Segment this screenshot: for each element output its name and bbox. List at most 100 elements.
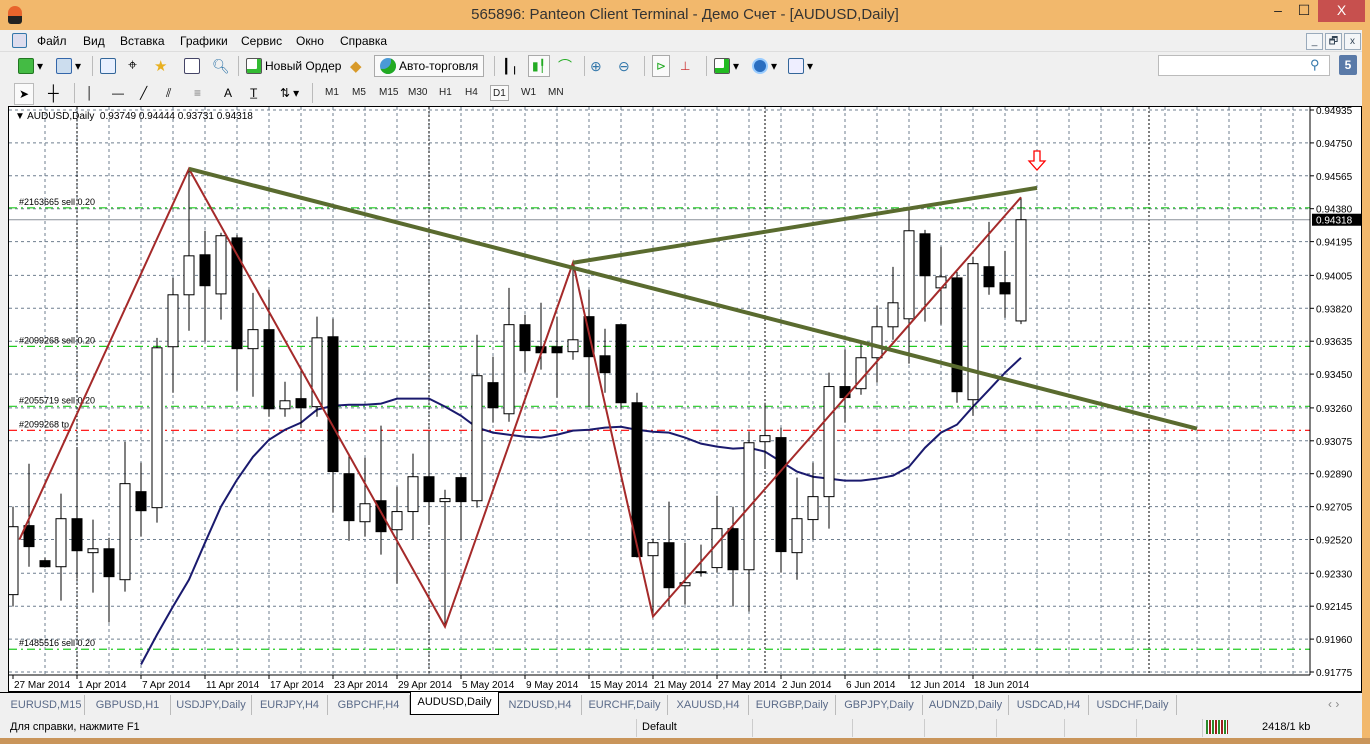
chart-tab[interactable]: AUDNZD,Daily xyxy=(923,695,1009,715)
zoom-out-button[interactable]: ⊖ xyxy=(618,56,630,76)
price-axis-label: 0.92705 xyxy=(1316,503,1353,514)
separator xyxy=(92,56,93,76)
time-axis-label: 5 May 2014 xyxy=(462,680,515,691)
new-chart-button[interactable]: ▾ xyxy=(18,56,43,76)
arrows-icon: ⇅ xyxy=(280,86,291,100)
mdi-minimize-button[interactable]: _ xyxy=(1306,33,1323,50)
timeframe-mn[interactable]: MN xyxy=(546,85,566,101)
timeframe-h1[interactable]: H1 xyxy=(437,85,454,101)
separator xyxy=(644,56,645,76)
indicators-button[interactable]: ▾ xyxy=(714,56,739,76)
candle-body xyxy=(567,339,579,353)
menu-tools[interactable]: Сервис xyxy=(241,34,282,48)
fibo-channel-tool[interactable]: ⫽ xyxy=(166,83,171,103)
chart-shift-button[interactable]: ⊥ xyxy=(680,56,690,76)
chart-tab[interactable]: USDCHF,Daily xyxy=(1089,695,1177,715)
fibo-retracement-tool[interactable]: ≡ xyxy=(194,83,201,103)
profiles-button[interactable]: ▾ xyxy=(56,56,81,76)
candle-body xyxy=(887,302,899,328)
timeframe-d1[interactable]: D1 xyxy=(490,85,509,101)
chart-tab[interactable]: USDCAD,H4 xyxy=(1009,695,1089,715)
cursor-tool[interactable]: ➤ xyxy=(14,83,35,105)
maximize-button[interactable]: ☐ xyxy=(1292,0,1316,22)
current-price-label: 0.94318 xyxy=(1316,216,1353,227)
auto-trading-button[interactable]: Авто-торговля xyxy=(374,55,485,77)
community-badge[interactable]: 5 xyxy=(1339,55,1357,75)
auto-scroll-button[interactable]: ⊳ xyxy=(652,55,671,77)
zoom-in-button[interactable]: ⊕ xyxy=(590,56,602,76)
status-profile[interactable]: Default xyxy=(642,721,677,733)
vertical-line-icon: │ xyxy=(86,86,94,100)
strategy-tester-button[interactable]: 🔍︎ xyxy=(212,56,230,76)
candlestick-chart-button[interactable]: ▮╿ xyxy=(528,55,550,77)
crosshair-tool[interactable]: ┼ xyxy=(48,83,59,103)
terminal-button[interactable] xyxy=(184,56,200,76)
expert-button[interactable]: ◆ xyxy=(350,56,362,76)
terminal-icon xyxy=(184,58,200,74)
chart-tab[interactable]: USDJPY,Daily xyxy=(171,695,252,715)
search-input[interactable] xyxy=(1158,55,1330,76)
mdi-restore-button[interactable]: 🗗 xyxy=(1325,33,1342,50)
text-label-tool[interactable]: T̲ xyxy=(250,83,257,103)
chart-window[interactable]: #2163665 sell 0.20 #2099268 sell 0.20 #205… xyxy=(7,106,1363,693)
horizontal-line-tool[interactable]: — xyxy=(112,83,124,103)
candle-body xyxy=(55,518,67,568)
vertical-line-tool[interactable]: │ xyxy=(86,83,94,103)
chart-tab[interactable]: EURJPY,H4 xyxy=(252,695,328,715)
market-watch-button[interactable] xyxy=(100,56,116,76)
chart-tab[interactable]: EURGBP,Daily xyxy=(749,695,836,715)
mdi-close-button[interactable]: x xyxy=(1344,33,1361,50)
chart-tab[interactable]: XAUUSD,H4 xyxy=(668,695,749,715)
timeframe-m15[interactable]: M15 xyxy=(377,85,400,101)
menu-charts[interactable]: Графики xyxy=(180,34,228,48)
price-axis-label: 0.93260 xyxy=(1316,404,1353,415)
candle-body xyxy=(407,476,419,513)
market-watch-icon xyxy=(100,58,116,74)
new-order-button[interactable]: Новый Ордер xyxy=(246,56,341,76)
candle-body xyxy=(359,503,371,523)
connection-status-icon[interactable] xyxy=(1206,720,1228,734)
add-indicator-icon xyxy=(714,58,730,74)
price-chart[interactable]: #2163665 sell 0.20#2099268 sell 0.20#205… xyxy=(7,106,1363,693)
menu-help[interactable]: Справка xyxy=(340,34,387,48)
menu-window[interactable]: Окно xyxy=(296,34,324,48)
candle xyxy=(839,349,851,423)
chart-tab[interactable]: EURUSD,M15 xyxy=(8,695,85,715)
menu-file[interactable]: Файл xyxy=(37,34,67,48)
menu-view[interactable]: Вид xyxy=(83,34,105,48)
minimize-button[interactable]: – xyxy=(1265,0,1291,22)
navigator-button[interactable]: ★ xyxy=(154,56,167,76)
candle-body xyxy=(279,400,291,410)
chart-tab[interactable]: GBPUSD,H1 xyxy=(85,695,171,715)
auto-scroll-icon: ⊳ xyxy=(656,59,667,73)
chart-tab[interactable]: GBPJPY,Daily xyxy=(836,695,923,715)
time-axis-label: 12 Jun 2014 xyxy=(910,680,965,691)
chart-tab[interactable]: EURCHF,Daily xyxy=(582,695,668,715)
bar-chart-button[interactable]: ┃╷ xyxy=(502,56,519,76)
timeframe-m5[interactable]: M5 xyxy=(350,85,368,101)
search-icon[interactable]: ⚲ xyxy=(1310,57,1320,73)
chart-tab[interactable]: AUDUSD,Daily xyxy=(410,692,499,715)
templates-button[interactable]: ▾ xyxy=(788,56,813,76)
arrows-tool[interactable]: ⇅ ▾ xyxy=(280,83,299,103)
chart-tab[interactable]: NZDUSD,H4 xyxy=(499,695,582,715)
data-window-button[interactable]: ⌖ xyxy=(128,56,137,76)
text-tool[interactable]: A xyxy=(224,83,232,103)
close-button[interactable]: X xyxy=(1318,0,1365,22)
line-chart-button[interactable]: ⌒ xyxy=(558,56,572,76)
timeframe-m1[interactable]: M1 xyxy=(323,85,341,101)
timeframe-w1[interactable]: W1 xyxy=(519,85,538,101)
time-axis-label: 27 May 2014 xyxy=(718,680,776,691)
timeframe-m30[interactable]: M30 xyxy=(406,85,429,101)
tab-scroll-arrows[interactable]: ‹ › xyxy=(1328,697,1339,711)
trend-line-tool[interactable]: ╱ xyxy=(140,83,147,103)
candle-body xyxy=(199,254,211,287)
periods-button[interactable]: ▾ xyxy=(752,56,777,76)
timeframe-h4[interactable]: H4 xyxy=(463,85,480,101)
os-taskbar xyxy=(0,738,1370,744)
collapse-triangle-icon[interactable]: ▼ xyxy=(15,111,27,122)
chart-tab[interactable]: GBPCHF,H4 xyxy=(328,695,410,715)
line-chart-icon: ⌒ xyxy=(558,58,572,74)
candle xyxy=(823,372,835,529)
menu-insert[interactable]: Вставка xyxy=(120,34,165,48)
